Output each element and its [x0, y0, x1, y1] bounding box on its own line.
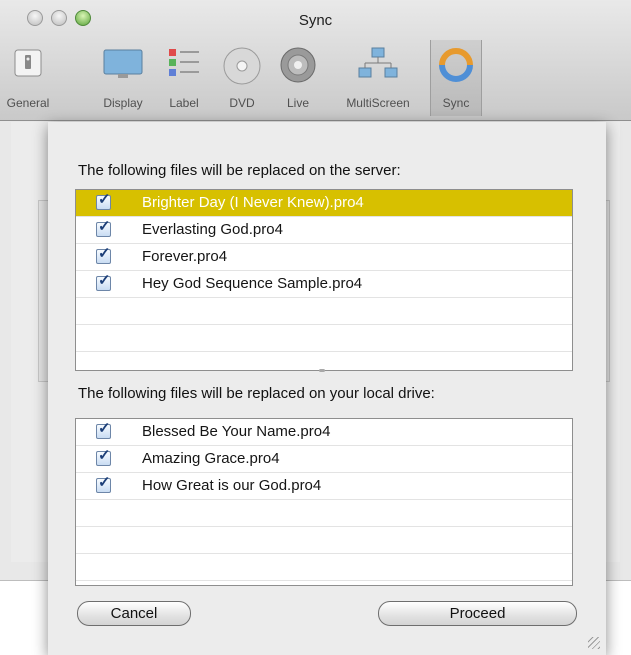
toolbar-label-item[interactable]: Label: [162, 40, 206, 116]
check-icon: ✓: [98, 272, 111, 289]
toolbar-general[interactable]: General: [2, 40, 54, 116]
empty-row: [76, 527, 572, 554]
checkbox[interactable]: ✓: [96, 420, 111, 439]
checkbox[interactable]: ✓: [96, 272, 111, 291]
list-item[interactable]: ✓ Blessed Be Your Name.pro4: [76, 419, 572, 446]
toolbar-live[interactable]: Live: [278, 40, 318, 116]
toolbar-label: Display: [103, 96, 143, 110]
proceed-button[interactable]: Proceed: [378, 601, 577, 626]
server-files-heading: The following files will be replaced on …: [78, 162, 401, 179]
file-name: Forever.pro4: [142, 248, 228, 265]
file-name: Everlasting God.pro4: [142, 221, 283, 238]
file-name: How Great is our God.pro4: [142, 477, 322, 494]
list-item[interactable]: ✓ Hey God Sequence Sample.pro4: [76, 271, 572, 298]
toolbar-display[interactable]: Display: [96, 40, 150, 116]
checkbox[interactable]: ✓: [96, 191, 111, 210]
file-name: Amazing Grace.pro4: [142, 450, 280, 467]
local-files-heading: The following files will be replaced on …: [78, 385, 435, 402]
empty-row: [76, 325, 572, 352]
toolbar-label: Label: [169, 96, 199, 110]
check-icon: ✓: [98, 474, 111, 491]
toolbar-sync[interactable]: Sync: [430, 40, 482, 116]
split-divider[interactable]: [319, 369, 325, 372]
label-icon: [166, 46, 202, 87]
checkbox[interactable]: ✓: [96, 218, 111, 237]
check-icon: ✓: [98, 191, 111, 208]
toolbar-label: Live: [286, 96, 309, 110]
empty-row: [76, 298, 572, 325]
list-item[interactable]: ✓ Everlasting God.pro4: [76, 217, 572, 244]
server-files-list[interactable]: ✓ Brighter Day (I Never Knew).pro4 ✓ Eve…: [75, 189, 573, 371]
check-icon: ✓: [98, 447, 111, 464]
empty-row: [76, 554, 572, 581]
check-icon: ✓: [98, 420, 111, 437]
sync-icon: [437, 46, 475, 89]
local-files-list[interactable]: ✓ Blessed Be Your Name.pro4 ✓ Amazing Gr…: [75, 418, 573, 586]
window-title: Sync: [298, 12, 333, 29]
list-item[interactable]: ✓ Brighter Day (I Never Knew).pro4: [76, 190, 572, 217]
check-icon: ✓: [98, 245, 111, 262]
toolbar-label: MultiScreen: [346, 96, 410, 110]
display-icon: [102, 46, 144, 85]
general-icon: [11, 46, 45, 85]
cancel-button[interactable]: Cancel: [77, 601, 191, 626]
checkbox[interactable]: ✓: [96, 447, 111, 466]
list-item[interactable]: ✓ Forever.pro4: [76, 244, 572, 271]
file-name: Hey God Sequence Sample.pro4: [142, 275, 363, 292]
file-name: Brighter Day (I Never Knew).pro4: [142, 194, 364, 211]
toolbar-label: DVD: [229, 96, 255, 110]
empty-row: [76, 500, 572, 527]
toolbar-label: General: [6, 96, 50, 110]
checkbox[interactable]: ✓: [96, 245, 111, 264]
dvd-icon: [222, 46, 262, 91]
checkbox[interactable]: ✓: [96, 474, 111, 493]
list-item[interactable]: ✓ How Great is our God.pro4: [76, 473, 572, 500]
toolbar-dvd[interactable]: DVD: [218, 40, 266, 116]
sync-confirmation-sheet: The following files will be replaced on …: [48, 122, 606, 655]
toolbar-multiscreen[interactable]: MultiScreen: [334, 40, 422, 116]
check-icon: ✓: [98, 218, 111, 235]
resize-grip-icon[interactable]: [588, 637, 600, 649]
list-item[interactable]: ✓ Amazing Grace.pro4: [76, 446, 572, 473]
file-name: Blessed Be Your Name.pro4: [142, 423, 331, 440]
live-icon: [279, 46, 317, 89]
toolbar-label: Sync: [442, 96, 470, 110]
multiscreen-icon: [356, 46, 400, 87]
window-titlebar: Sync General Display Label DVD Live Mult…: [0, 0, 631, 121]
